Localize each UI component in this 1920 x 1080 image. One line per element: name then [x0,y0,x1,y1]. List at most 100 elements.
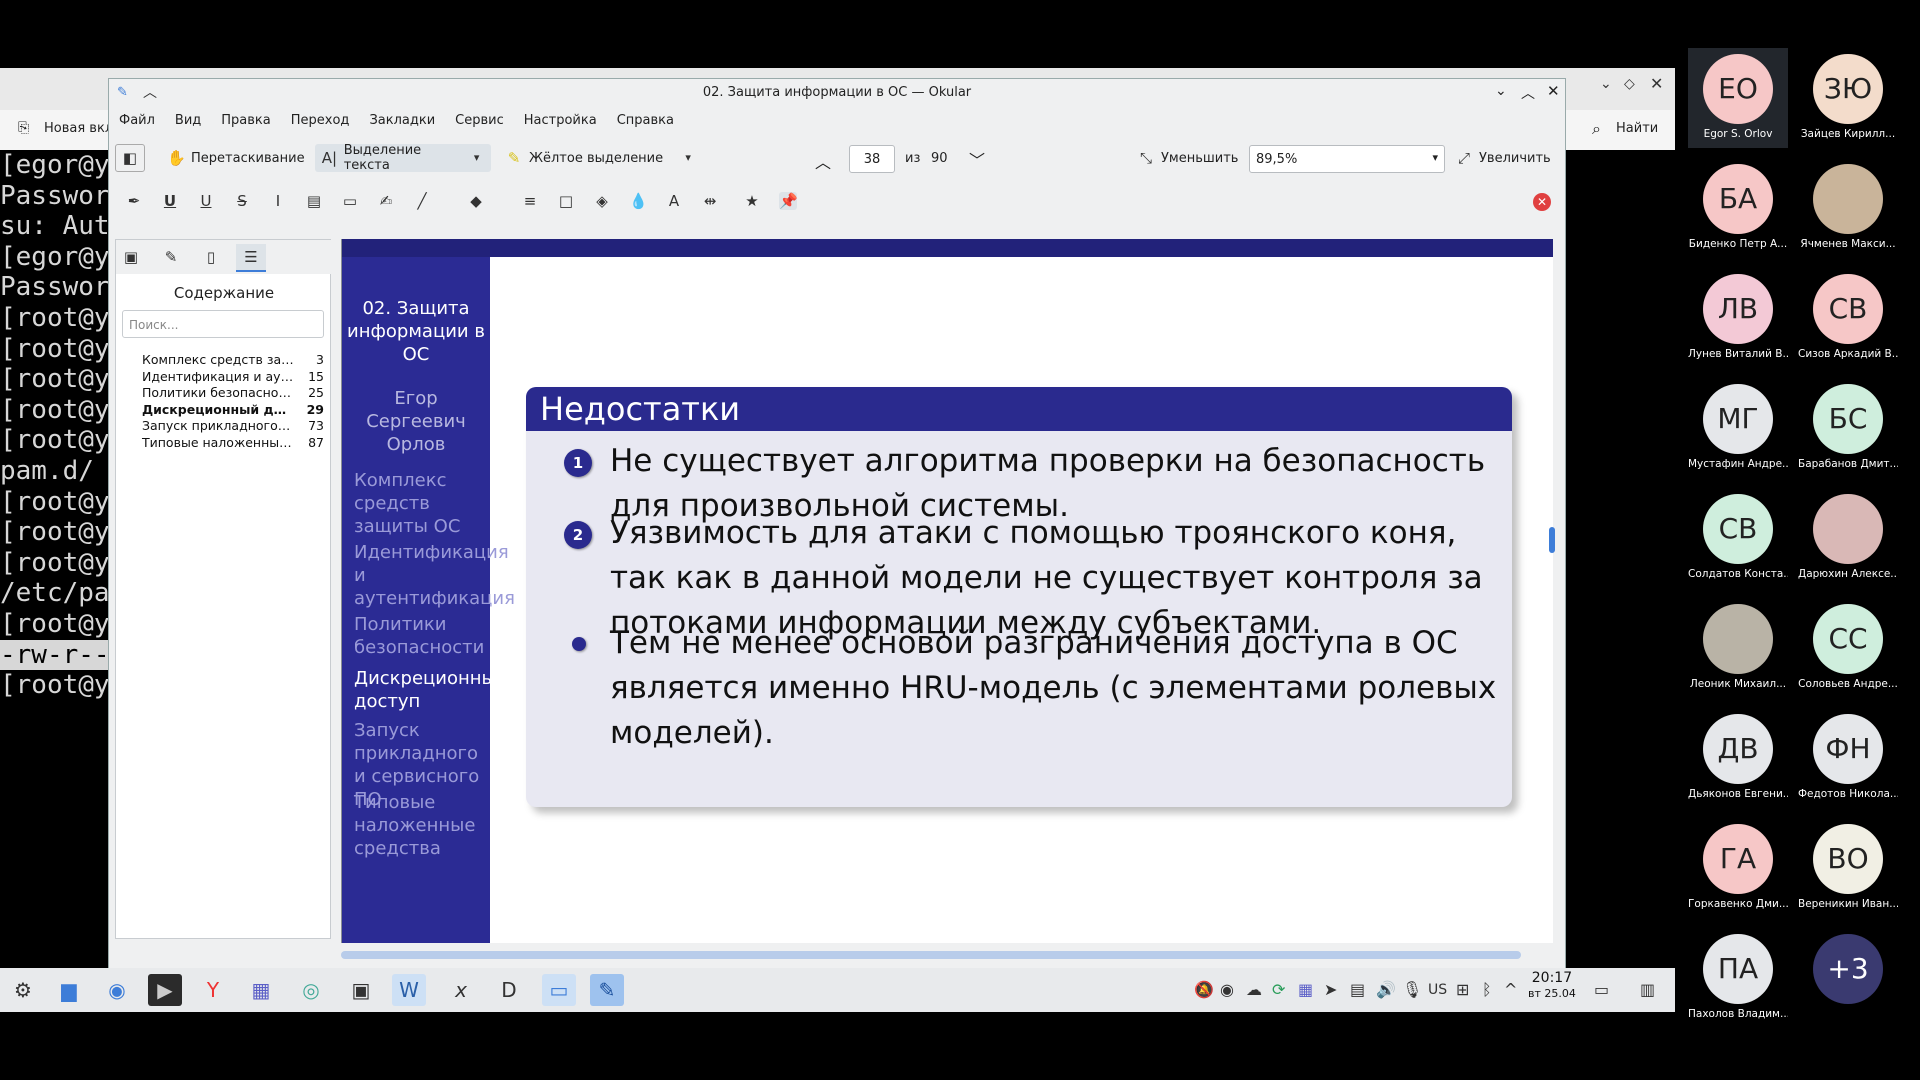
find-button[interactable]: Найти [1616,121,1658,136]
participant-tile[interactable]: СВ Солдатов Конста... [1688,488,1788,588]
menu-item[interactable]: Файл [109,107,165,135]
participant-tile[interactable]: БС Барабанов Дмит... [1798,378,1898,478]
volume-icon[interactable]: 🔊 [1376,980,1396,999]
terminal-icon[interactable]: ▶ [148,974,182,1006]
new-tab-button[interactable]: Новая вкл [44,121,113,136]
screenshot-icon[interactable]: ◎ [294,974,328,1006]
teams-tray-icon[interactable]: ▦ [1298,980,1313,999]
stamp-icon[interactable]: ◆ [467,192,485,210]
participant-tile[interactable]: ВО Вереникин Иван... [1798,818,1898,918]
toc-item[interactable]: Дискреционный до... 29 [124,402,324,419]
close-icon[interactable]: ✕ [1650,74,1663,93]
participant-tile[interactable]: СВ Сизов Аркадий В... [1798,268,1898,368]
participant-tile[interactable]: ГА Горкавенко Дми... [1688,818,1788,918]
yandex-icon[interactable]: Y [196,974,230,1006]
star-icon[interactable]: ★ [743,192,761,210]
underline-icon[interactable]: U [161,192,179,210]
inline-note-icon[interactable]: ▤ [305,192,323,210]
updates-icon[interactable]: ◉ [1220,980,1234,999]
fill-color-icon[interactable]: ◈ [593,192,611,210]
terminal-window[interactable]: [egor@y Passwor su: Aut [egor@y Passwor [root… [0,68,110,908]
notifications-icon[interactable]: 🔕 [1194,980,1214,999]
browse-tool-button[interactable]: ✋ Перетаскивание [161,144,311,172]
adjust-icon[interactable]: ⇹ [701,192,719,210]
teams-icon[interactable]: ▦ [244,974,278,1006]
popup-note-icon[interactable]: ▭ [341,192,359,210]
sync-icon[interactable]: ⟳ [1272,980,1285,999]
chevron-down-icon[interactable]: ▾ [468,149,485,167]
chevron-up-icon[interactable]: ^ [1504,980,1517,999]
word-processor-icon[interactable]: W [392,974,426,1006]
desktop-icon[interactable]: ▭ [1594,980,1609,999]
sidebar-toggle-button[interactable]: ◧ [115,144,145,172]
slide-nav-section[interactable]: Типовые наложенные средства [354,791,490,860]
app-menu-icon[interactable]: ⚙ [6,974,40,1006]
folder-icon[interactable]: ▭ [542,974,576,1006]
line-icon[interactable]: ╱ [413,192,431,210]
zoom-in-button[interactable]: ⤢ Увеличить [1449,144,1557,172]
maximize-icon[interactable]: ◇ [1624,76,1635,92]
rectangle-icon[interactable]: □ [557,192,575,210]
close-icon[interactable]: ✕ [1547,82,1560,100]
clipboard-icon[interactable]: ▤ [1350,980,1365,999]
text-select-tool-button[interactable]: A| Выделение текста ▾ [315,143,491,173]
pen-icon[interactable]: ✒ [125,192,143,210]
freehand-icon[interactable]: ✍ [377,192,395,210]
network-icon[interactable]: ⊞ [1456,980,1469,999]
participant-tile[interactable]: ПА Пахолов Владим... [1688,928,1788,1028]
page-number-input[interactable]: 38 [849,145,895,173]
participant-tile[interactable]: Леоник Михаил... [1688,598,1788,698]
participant-tile[interactable]: СС Соловьев Андре... [1798,598,1898,698]
chevron-down-icon[interactable]: ⌄ [1600,76,1612,92]
slide-nav-section[interactable]: Комплекс средств защиты ОС [354,469,490,538]
next-page-icon[interactable]: ﹀ [969,147,985,171]
participant-tile[interactable]: ЗЮ Зайцев Кирилл... [1798,48,1898,148]
participant-tile[interactable]: ФН Федотов Никола... [1798,708,1898,808]
highlight-tool-button[interactable]: ✎ Жёлтое выделение ▾ [499,144,703,172]
toc-item[interactable]: Комплекс средств защит... 3 [124,352,324,369]
opacity-icon[interactable]: 💧 [629,192,648,210]
toc-item[interactable]: Политики безопасности 25 [124,385,324,402]
thumbnails-icon[interactable]: ▣ [122,248,140,266]
participant-tile[interactable]: ДВ Дьяконов Евгени... [1688,708,1788,808]
participant-tile[interactable]: ЛВ Лунев Виталий В... [1688,268,1788,368]
participant-tile[interactable]: ЕО Egor S. Orlov [1688,48,1788,148]
menu-item[interactable]: Закладки [359,107,445,135]
document-page[interactable]: 02. Защита информации в ОС Егор Сергееви… [341,239,1553,943]
strikethrough-icon[interactable]: S [233,192,251,210]
pin-icon[interactable]: 📌 [779,192,798,210]
line-width-icon[interactable]: ≡ [521,192,539,210]
menu-item[interactable]: Справка [607,107,684,135]
vertical-scrollbar[interactable] [1549,527,1555,553]
annotations-icon[interactable]: ✎ [162,248,180,266]
file-manager-icon[interactable]: ▆ [52,974,86,1006]
toc-search-input[interactable]: Поиск... [122,310,324,338]
participant-tile[interactable]: БА Биденко Петр А... [1688,158,1788,258]
math-icon[interactable]: x [444,974,478,1006]
horizontal-scrollbar[interactable] [341,951,1521,959]
d-app-icon[interactable]: D [492,974,526,1006]
clock[interactable]: 20:17 вт 25.04 [1528,970,1576,1002]
show-desktop-icon[interactable]: ▥ [1640,980,1655,999]
menu-item[interactable]: Правка [211,107,280,135]
zoom-out-button[interactable]: ⤡ Уменьшить [1131,144,1244,172]
cloud-icon[interactable]: ☁ [1246,980,1262,999]
microphone-icon[interactable]: 🎙 [1402,980,1422,999]
telegram-icon[interactable]: ➤ [1324,980,1337,999]
close-annotation-toolbar-icon[interactable]: ✕ [1533,193,1551,211]
okular-task-icon[interactable]: ✎ [590,974,624,1006]
squiggle-underline-icon[interactable]: U [197,192,215,210]
participant-tile[interactable]: Ячменев Макси... [1798,158,1898,258]
contents-icon[interactable]: ☰ [236,244,266,272]
zoom-select[interactable]: 89,5% ▾ [1249,145,1445,173]
keyboard-layout[interactable]: US [1428,982,1447,998]
toc-item[interactable]: Идентификация и аутен... 15 [124,369,324,386]
chevron-down-icon[interactable]: ▾ [679,149,697,167]
menu-item[interactable]: Сервис [445,107,514,135]
browser-icon[interactable]: ◉ [100,974,134,1006]
toc-item[interactable]: Типовые наложенные с... 87 [124,435,324,452]
participant-tile[interactable]: Дарюхин Алексе... [1798,488,1898,588]
slide-nav-section[interactable]: Идентификация и аутентификация [354,541,515,610]
participant-tile[interactable]: МГ Мустафин Андре... [1688,378,1788,478]
typewriter-icon[interactable]: I [269,192,287,210]
